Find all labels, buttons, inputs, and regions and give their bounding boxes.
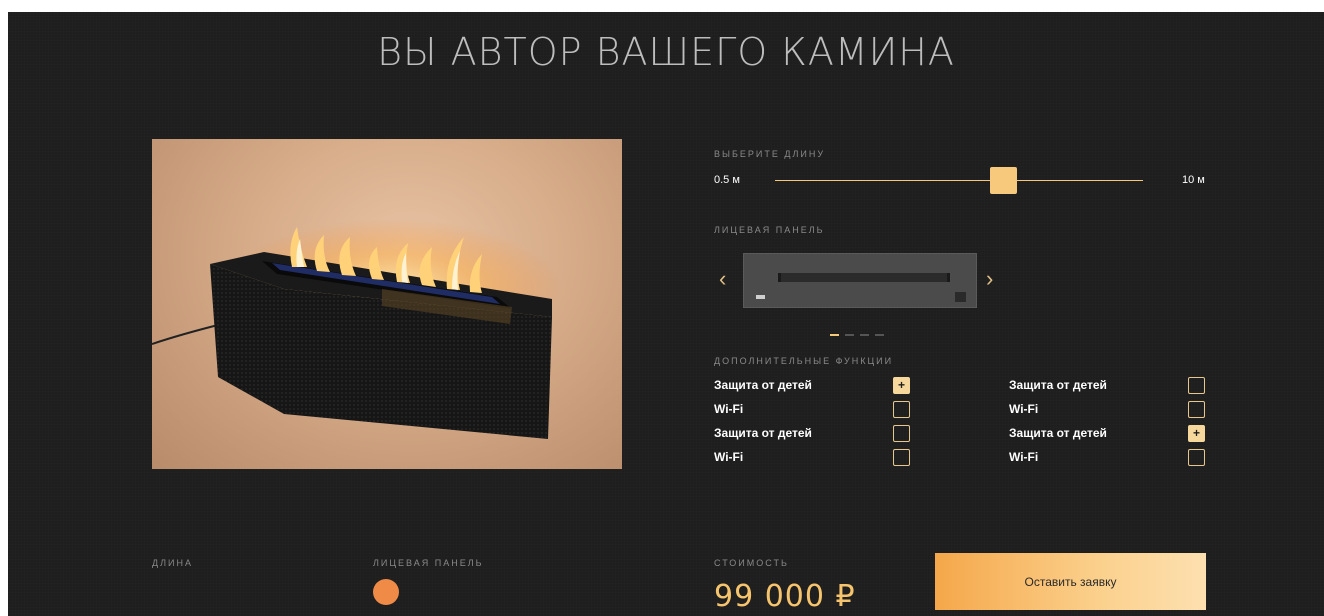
function-label-right-1: Защита от детей [1009, 378, 1107, 392]
function-checkbox-left-2[interactable] [893, 401, 910, 418]
page-title: ВЫ АВТОР ВАШЕГО КАМИНА [377, 30, 955, 74]
length-slider-track[interactable] [775, 180, 1143, 181]
function-checkbox-right-4[interactable] [1188, 449, 1205, 466]
panel-slot [778, 273, 950, 282]
function-checkbox-right-2[interactable] [1188, 401, 1205, 418]
function-label-left-4: Wi-Fi [714, 450, 744, 464]
panel-button [955, 292, 966, 302]
function-checkbox-right-3[interactable]: + [1188, 425, 1205, 442]
carousel-dot[interactable] [845, 334, 854, 336]
function-checkbox-left-4[interactable] [893, 449, 910, 466]
summary-panel-label: ЛИЦЕВАЯ ПАНЕЛЬ [373, 558, 484, 568]
function-checkbox-right-1[interactable] [1188, 377, 1205, 394]
fireplace-illustration [152, 219, 562, 439]
carousel-dot[interactable] [830, 334, 839, 336]
length-max-label: 10 м [1182, 174, 1205, 186]
panel-color-swatch [373, 579, 399, 605]
function-checkbox-left-1[interactable]: + [893, 377, 910, 394]
function-label-left-3: Защита от детей [714, 426, 812, 440]
carousel-dots [830, 323, 890, 341]
function-label-right-4: Wi-Fi [1009, 450, 1039, 464]
function-label-left-2: Wi-Fi [714, 402, 744, 416]
length-min-label: 0.5 м [714, 174, 740, 186]
functions-section-label: ДОПОЛНИТЕЛЬНЫЕ ФУНКЦИИ [714, 356, 894, 366]
panel-logo [756, 295, 765, 299]
chevron-right-icon[interactable]: › [986, 268, 993, 290]
length-slider-thumb[interactable] [989, 167, 1017, 194]
cost-label: СТОИМОСТЬ [714, 558, 789, 568]
function-label-right-2: Wi-Fi [1009, 402, 1039, 416]
configurator-section: ВЫ АВТОР ВАШЕГО КАМИНА ВЫБЕРИТЕ ДЛИНУ 0.… [8, 12, 1324, 616]
carousel-dot[interactable] [875, 334, 884, 336]
panel-section-label: ЛИЦЕВАЯ ПАНЕЛЬ [714, 225, 825, 235]
price-value: 99 000 ₽ [714, 579, 856, 614]
function-label-left-1: Защита от детей [714, 378, 812, 392]
submit-request-button[interactable]: Оставить заявку [935, 553, 1206, 610]
function-checkbox-left-3[interactable] [893, 425, 910, 442]
summary-length-label: ДЛИНА [152, 558, 193, 568]
carousel-dot[interactable] [860, 334, 869, 336]
function-label-right-3: Защита от детей [1009, 426, 1107, 440]
fireplace-photo [152, 139, 622, 469]
panel-preview-image [743, 253, 977, 308]
chevron-left-icon[interactable]: ‹ [719, 268, 726, 290]
length-section-label: ВЫБЕРИТЕ ДЛИНУ [714, 149, 826, 159]
